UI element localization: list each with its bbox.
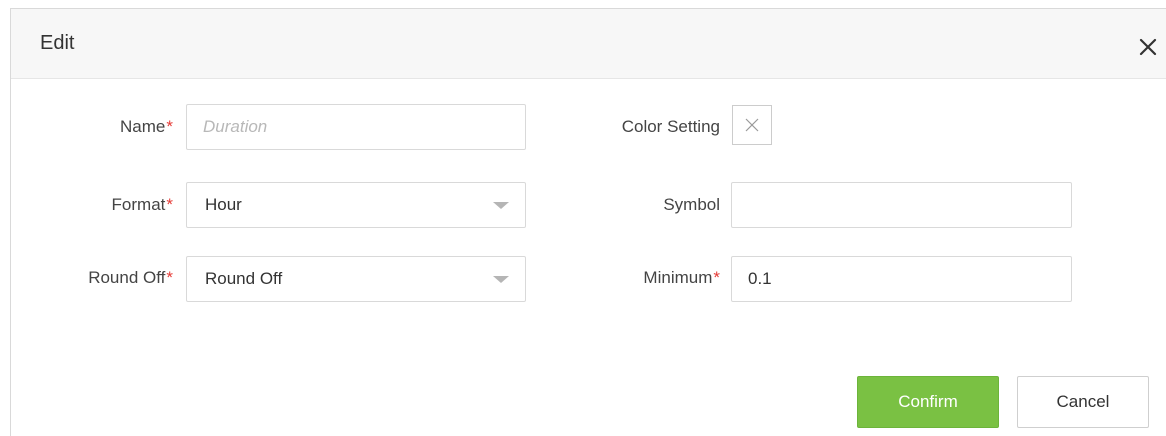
symbol-field[interactable] [731, 182, 1072, 228]
no-color-x-icon [745, 118, 759, 132]
name-label: Name* [120, 117, 173, 136]
chevron-down-icon [493, 276, 509, 283]
minimum-label: Minimum* [643, 268, 720, 287]
round-off-label: Round Off* [88, 268, 173, 287]
cancel-button[interactable]: Cancel [1017, 376, 1149, 428]
dialog-title: Edit [40, 32, 75, 54]
confirm-button[interactable]: Confirm [857, 376, 999, 428]
dialog-header: Edit [11, 9, 1166, 79]
name-input[interactable] [187, 105, 525, 149]
symbol-input[interactable] [732, 183, 1071, 227]
symbol-label: Symbol [663, 195, 720, 214]
name-field[interactable] [186, 104, 526, 150]
minimum-input[interactable] [732, 257, 1071, 301]
color-swatch[interactable] [732, 105, 772, 145]
format-selected-value: Hour [205, 195, 242, 214]
round-off-select[interactable]: Round Off [186, 256, 526, 302]
format-select[interactable]: Hour [186, 182, 526, 228]
format-label: Format* [111, 195, 173, 214]
close-icon[interactable] [1136, 35, 1160, 59]
color-setting-label: Color Setting [621, 117, 720, 136]
round-off-selected-value: Round Off [205, 269, 283, 288]
chevron-down-icon [493, 202, 509, 209]
minimum-field[interactable] [731, 256, 1072, 302]
